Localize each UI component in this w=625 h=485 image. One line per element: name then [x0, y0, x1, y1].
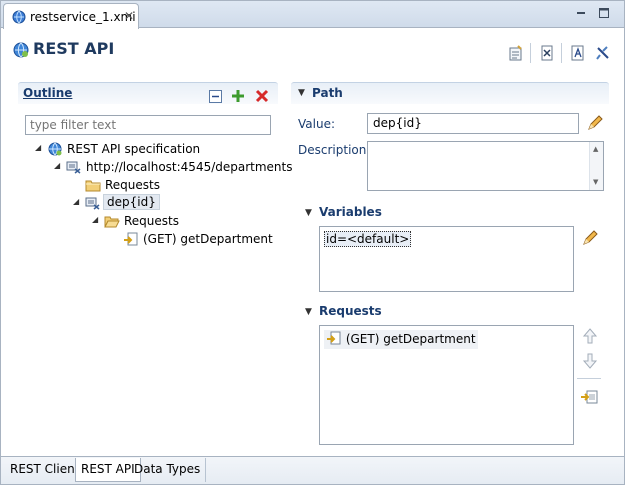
- properties-icon[interactable]: [507, 44, 525, 62]
- delete-icon[interactable]: [255, 89, 269, 106]
- tab-rest-client[interactable]: REST Client: [5, 458, 86, 482]
- tree-item-label: Requests: [124, 214, 179, 228]
- editor-tab[interactable]: restservice_1.xmi ✕: [3, 3, 139, 29]
- path-title[interactable]: Path: [312, 86, 343, 100]
- tree-item-dep-id[interactable]: ◢ dep{id}: [73, 194, 273, 212]
- request-icon: [123, 231, 139, 250]
- validate-icon[interactable]: [569, 44, 587, 62]
- move-down-icon[interactable]: [581, 352, 599, 370]
- outline-title[interactable]: Outline: [23, 86, 72, 100]
- expanded-arrow-icon[interactable]: ◢: [73, 197, 79, 206]
- tree-item-requests[interactable]: ◢ Requests: [92, 212, 272, 230]
- editor-window: restservice_1.xmi ✕ REST API Outline typ…: [0, 0, 625, 485]
- add-icon[interactable]: [231, 89, 245, 106]
- edit-pencil-icon[interactable]: [586, 114, 604, 135]
- variables-list[interactable]: id=<default>: [319, 226, 574, 292]
- toolbar-separator: [561, 43, 562, 63]
- request-item-label: (GET) getDepartment: [345, 332, 476, 346]
- collapse-arrow-icon[interactable]: ▼: [305, 307, 312, 317]
- tree-item-label: dep{id}: [103, 194, 160, 210]
- description-label: Description:: [298, 143, 371, 157]
- bottom-tab-bar: REST Client REST API Data Types: [1, 456, 624, 484]
- value-label: Value:: [298, 117, 335, 131]
- editor-tab-title: restservice_1.xmi: [30, 10, 136, 24]
- requests-title: Requests: [319, 304, 382, 318]
- tree-item-get-department[interactable]: (GET) getDepartment: [111, 230, 276, 248]
- list-item[interactable]: id=<default>: [324, 231, 412, 247]
- button-divider: [577, 378, 601, 379]
- maximize-icon[interactable]: [598, 7, 610, 19]
- list-item[interactable]: (GET) getDepartment: [324, 330, 478, 349]
- xmi-file-icon: [11, 9, 27, 28]
- collapse-all-icon[interactable]: [209, 90, 222, 106]
- expanded-arrow-icon[interactable]: ◢: [35, 143, 41, 152]
- description-scrollbar[interactable]: ▲ ▼: [589, 142, 603, 190]
- tree-item-label: (GET) getDepartment: [143, 232, 273, 246]
- variable-item-label: id=<default>: [326, 232, 410, 246]
- request-icon: [326, 331, 342, 348]
- close-tab-icon[interactable]: ✕: [124, 9, 134, 23]
- requests-list[interactable]: (GET) getDepartment: [319, 325, 574, 445]
- collapse-arrow-icon[interactable]: ▼: [305, 208, 312, 218]
- form-title: REST API: [33, 39, 115, 58]
- tab-data-types[interactable]: Data Types: [129, 458, 207, 482]
- minimize-icon[interactable]: [575, 7, 587, 19]
- tree-item-rest-api-specification[interactable]: ◢ REST API specification: [35, 140, 275, 158]
- export-xml-icon[interactable]: [538, 44, 556, 62]
- expanded-arrow-icon[interactable]: ◢: [54, 161, 60, 170]
- tree-item-label: Requests: [105, 178, 160, 192]
- tree-item-departments[interactable]: ◢ http://localhost:4545/departments: [54, 158, 293, 176]
- tree-item-label: REST API specification: [67, 142, 201, 156]
- edit-pencil-icon[interactable]: [581, 229, 599, 250]
- value-field[interactable]: dep{id}: [367, 113, 579, 134]
- description-field[interactable]: [367, 141, 604, 191]
- expanded-arrow-icon[interactable]: ◢: [92, 215, 98, 224]
- tools-icon[interactable]: [594, 44, 612, 62]
- tree-item-label: http://localhost:4545/departments: [86, 160, 293, 174]
- add-request-icon[interactable]: [580, 388, 598, 406]
- variables-title: Variables: [319, 205, 382, 219]
- filter-input[interactable]: [25, 115, 271, 135]
- scroll-up-icon[interactable]: ▲: [593, 145, 598, 153]
- toolbar-separator: [530, 43, 531, 63]
- move-up-icon[interactable]: [581, 327, 599, 345]
- scroll-down-icon[interactable]: ▼: [593, 178, 598, 186]
- collapse-arrow-icon[interactable]: ▼: [298, 88, 305, 98]
- rest-api-icon: [12, 41, 30, 62]
- tree-item-requests[interactable]: Requests: [73, 176, 273, 194]
- editor-tab-bar: restservice_1.xmi ✕: [1, 1, 624, 29]
